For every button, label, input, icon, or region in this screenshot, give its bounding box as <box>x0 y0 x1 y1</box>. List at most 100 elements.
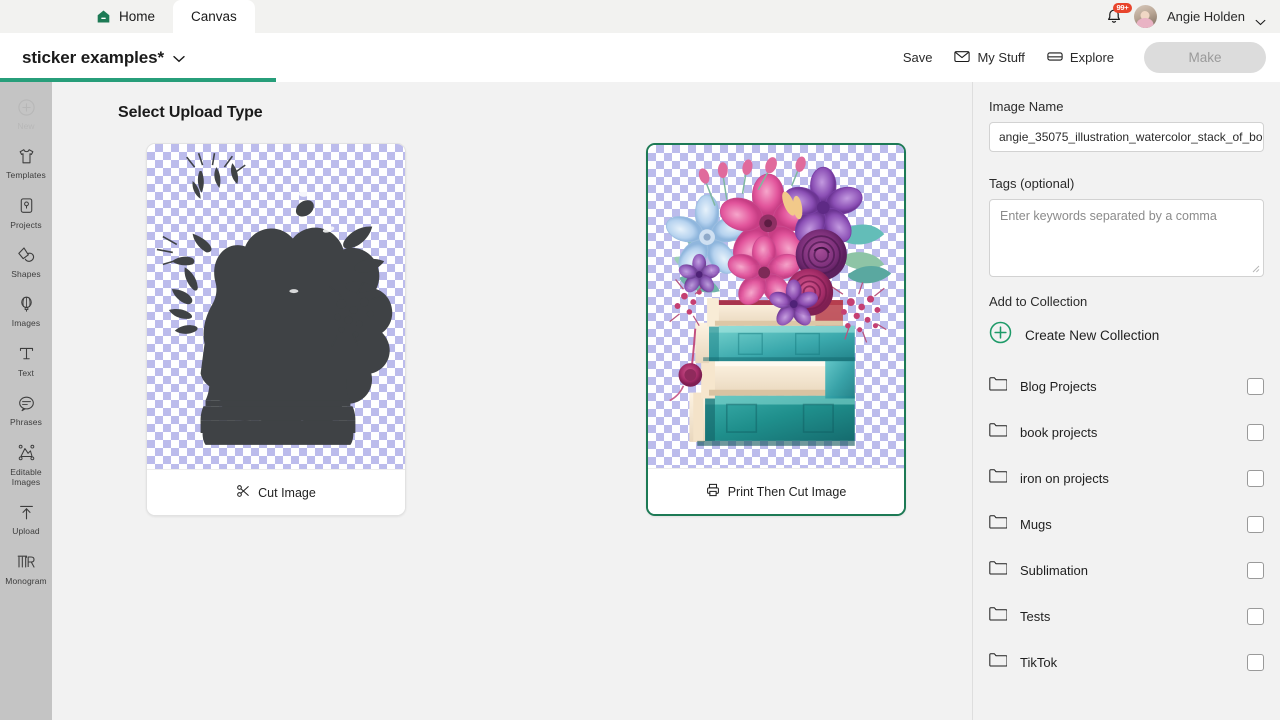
rail-item-label: Templates <box>6 170 46 181</box>
notification-badge: 99+ <box>1112 2 1133 14</box>
collection-row[interactable]: Sublimation <box>989 547 1264 593</box>
collection-row[interactable]: iron on projects <box>989 455 1264 501</box>
collection-checkbox[interactable] <box>1247 469 1264 487</box>
print-then-cut-label: Print Then Cut Image <box>727 484 847 499</box>
document-header: sticker examples* Save My Stuff Explore … <box>0 33 1280 82</box>
rail-item-label: Monogram <box>5 575 47 586</box>
collection-row[interactable]: TikTok <box>989 639 1264 685</box>
rail-item-label: Editable Images <box>10 466 42 487</box>
my-stuff-button[interactable]: My Stuff <box>954 50 1025 66</box>
rail-item-upload[interactable]: Upload <box>0 493 52 542</box>
main-canvas-area: Select Upload Type Cut Image Print Then … <box>52 82 972 720</box>
my-stuff-label: My Stuff <box>977 50 1025 65</box>
folder-icon <box>989 606 1008 626</box>
folder-icon <box>989 376 1008 396</box>
upload-arrow-icon <box>0 502 52 522</box>
image-name-input[interactable]: angie_35075_illustration_watercolor_stac… <box>989 122 1264 152</box>
account-name[interactable]: Angie Holden <box>1167 9 1245 24</box>
rail-item-templates[interactable]: Templates <box>0 137 52 186</box>
upload-type-card-cut-image[interactable]: Cut Image <box>146 143 406 516</box>
rail-item-label: Upload <box>12 526 40 537</box>
rail-item-projects[interactable]: Projects <box>0 187 52 236</box>
collection-name: book projects <box>1020 424 1098 440</box>
collection-checkbox[interactable] <box>1247 377 1264 395</box>
avatar[interactable] <box>1133 5 1157 28</box>
collection-name: iron on projects <box>1020 470 1109 486</box>
rail-item-label: Images <box>11 318 41 329</box>
cut-image-cta[interactable]: Cut Image <box>147 469 405 515</box>
account-cluster: 99+ Angie Holden <box>1104 0 1280 33</box>
balloon-icon <box>0 294 52 314</box>
collection-name: Mugs <box>1020 516 1052 532</box>
envelope-icon <box>954 50 971 66</box>
rail-item-label: Phrases <box>10 417 42 428</box>
collection-row[interactable]: Mugs <box>989 501 1264 547</box>
collection-row[interactable]: Blog Projects <box>989 363 1264 409</box>
folder-icon <box>989 468 1008 488</box>
upload-type-card-print-then-cut[interactable]: Print Then Cut Image <box>646 143 906 516</box>
image-name-label: Image Name <box>989 99 1064 114</box>
collection-checkbox[interactable] <box>1247 653 1264 671</box>
explore-button[interactable]: Explore <box>1047 50 1114 66</box>
text-t-icon <box>0 344 52 364</box>
left-rail: New Templates Projects Shapes Images Text Phra… <box>0 82 52 720</box>
clipboard-icon <box>0 196 52 216</box>
print-then-cut-cta[interactable]: Print Then Cut Image <box>648 468 904 514</box>
rail-item-label: Text <box>18 367 34 378</box>
rail-item-label: Projects <box>10 219 42 230</box>
save-label: Save <box>902 50 933 65</box>
editable-images-icon <box>0 443 52 463</box>
rail-item-label: New <box>17 121 35 131</box>
chevron-down-icon[interactable] <box>1255 13 1266 26</box>
collection-row[interactable]: Tests <box>989 593 1264 639</box>
explore-label: Explore <box>1069 50 1114 65</box>
rail-item-monogram[interactable]: Monogram <box>0 543 52 592</box>
tab-home[interactable]: Home <box>78 0 173 33</box>
page-title: Select Upload Type <box>118 104 263 121</box>
collection-name: Sublimation <box>1020 562 1088 578</box>
tab-list: Home Canvas <box>78 0 255 33</box>
create-new-collection-button[interactable]: Create New Collection <box>989 321 1264 349</box>
tab-home-label: Home <box>119 9 156 24</box>
collection-name: Tests <box>1020 608 1051 624</box>
rail-item-images[interactable]: Images <box>0 285 52 334</box>
speech-bubble-icon <box>0 393 52 413</box>
collection-checkbox[interactable] <box>1247 561 1264 579</box>
rail-item-text[interactable]: Text <box>0 335 52 384</box>
watercolor-books-art <box>665 156 892 446</box>
collection-list: Blog Projects book projects iron on projec… <box>989 363 1264 685</box>
rail-item-new: New <box>0 88 52 137</box>
tags-input[interactable]: Enter keywords separated by a comma <box>989 199 1264 277</box>
tab-canvas[interactable]: Canvas <box>173 0 255 33</box>
app-body: New Templates Projects Shapes Images Text Phra… <box>0 82 1280 720</box>
rail-item-shapes[interactable]: Shapes <box>0 236 52 285</box>
tab-canvas-label: Canvas <box>191 9 237 24</box>
silhouette-art <box>156 152 393 445</box>
project-title[interactable]: sticker examples* <box>22 48 185 68</box>
folder-icon <box>989 514 1008 534</box>
plus-circle-icon <box>989 321 1012 349</box>
project-title-text: sticker examples* <box>22 47 164 67</box>
cut-image-label: Cut Image <box>258 485 316 500</box>
shapes-icon <box>0 245 52 265</box>
collection-checkbox[interactable] <box>1247 515 1264 533</box>
collection-row[interactable]: book projects <box>989 409 1264 455</box>
machine-icon <box>1047 50 1063 66</box>
add-to-collection-label: Add to Collection <box>989 294 1088 309</box>
rail-item-phrases[interactable]: Phrases <box>0 384 52 433</box>
folder-icon <box>989 422 1008 442</box>
plus-circle-icon <box>0 97 52 117</box>
chevron-down-icon[interactable] <box>173 48 185 68</box>
rail-item-editable-images[interactable]: Editable Images <box>0 434 52 494</box>
save-button[interactable]: Save <box>903 50 933 65</box>
printer-icon <box>706 483 720 500</box>
collection-checkbox[interactable] <box>1247 423 1264 441</box>
cut-image-preview <box>147 144 405 469</box>
collection-checkbox[interactable] <box>1247 607 1264 625</box>
header-actions: Save My Stuff Explore Make <box>903 42 1266 73</box>
notifications-button[interactable]: 99+ <box>1104 2 1133 27</box>
make-button[interactable]: Make <box>1144 42 1266 73</box>
collection-name: Blog Projects <box>1020 378 1097 394</box>
tags-label: Tags (optional) <box>989 176 1075 191</box>
tshirt-icon <box>0 146 52 166</box>
